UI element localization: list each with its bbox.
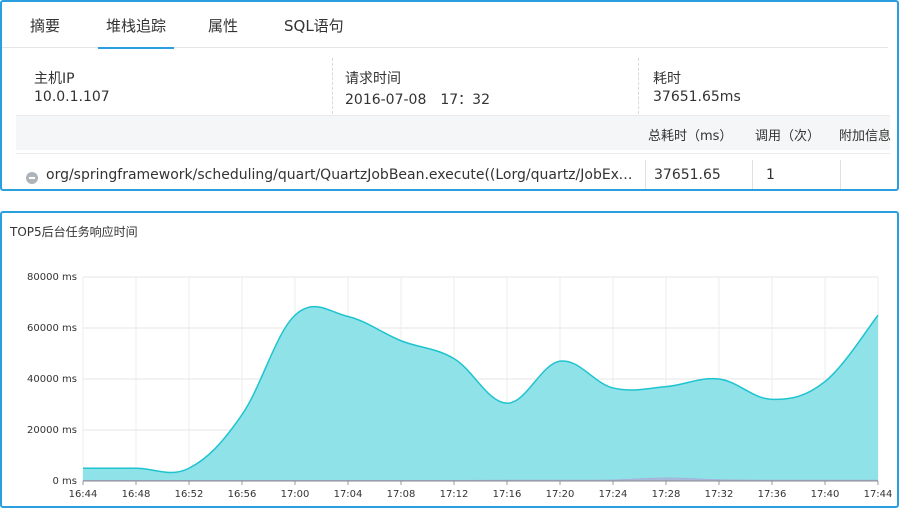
x-tick-label: 17:32 <box>705 489 734 500</box>
y-tick-label: 80000 ms <box>27 272 77 283</box>
column-total-time[interactable]: 总耗时（ms） <box>648 125 732 144</box>
row-calls: 1 <box>766 167 775 183</box>
column-divider <box>752 160 753 189</box>
column-calls[interactable]: 调用（次） <box>755 125 820 144</box>
tab-properties[interactable]: 属性 <box>208 15 238 48</box>
column-divider <box>645 160 646 189</box>
x-tick-label: 17:04 <box>334 489 363 500</box>
x-tick-label: 17:36 <box>758 489 787 500</box>
tab-summary[interactable]: 摘要 <box>30 15 60 48</box>
x-tick-label: 17:40 <box>811 489 840 500</box>
duration-label: 耗时 <box>653 71 681 87</box>
column-divider <box>840 160 841 189</box>
host-label: 主机IP <box>34 71 75 87</box>
request-time-label: 请求时间 <box>345 71 401 87</box>
x-tick-label: 17:00 <box>281 489 310 500</box>
table-row[interactable]: org/springframework/scheduling/quart/Qua… <box>16 153 890 189</box>
request-time-value: 2016-07-08 17：32 <box>345 92 490 108</box>
response-time-chart-panel: TOP5后台任务响应时间 80000 ms 60000 ms 40000 ms 200… <box>0 211 899 508</box>
x-tick-label: 17:16 <box>493 489 522 500</box>
duration-info: 耗时 37651.65ms <box>638 58 888 114</box>
x-tick-label: 16:52 <box>175 489 204 500</box>
request-info: 主机IP 10.0.1.107 请求时间 2016-07-08 17：32 耗时… <box>2 58 888 114</box>
y-tick-label: 20000 ms <box>27 425 77 436</box>
y-tick-label: 60000 ms <box>27 323 77 334</box>
response-time-chart[interactable]: 80000 ms 60000 ms 40000 ms 20000 ms 0 ms 16:4… <box>2 213 897 506</box>
host-info: 主机IP 10.0.1.107 <box>2 58 332 114</box>
x-tick-label: 16:44 <box>69 489 98 500</box>
collapse-icon[interactable] <box>26 172 38 184</box>
x-tick-label: 17:24 <box>599 489 628 500</box>
request-time-info: 请求时间 2016-07-08 17：32 <box>332 58 638 114</box>
tab-sql[interactable]: SQL语句 <box>284 15 344 48</box>
tab-bar: 摘要 堆栈追踪 属性 SQL语句 <box>2 2 888 49</box>
method-signature[interactable]: org/springframework/scheduling/quart/Qua… <box>46 167 640 183</box>
y-tick-label: 0 ms <box>53 476 78 487</box>
x-tick-label: 16:56 <box>228 489 257 500</box>
stack-trace-panel: 摘要 堆栈追踪 属性 SQL语句 主机IP 10.0.1.107 请求时间 20… <box>0 0 899 191</box>
table-header: 总耗时（ms） 调用（次） 附加信息 <box>16 115 891 150</box>
x-tick-label: 17:12 <box>440 489 469 500</box>
host-value: 10.0.1.107 <box>34 89 110 105</box>
column-extra-info[interactable]: 附加信息 <box>839 125 891 144</box>
row-total-time: 37651.65 <box>654 167 721 183</box>
x-tick-label: 17:20 <box>546 489 575 500</box>
x-tick-label: 16:48 <box>122 489 151 500</box>
duration-value: 37651.65ms <box>653 89 741 105</box>
x-tick-label: 17:28 <box>652 489 681 500</box>
series-1-area <box>83 306 878 481</box>
tab-stack-trace[interactable]: 堆栈追踪 <box>97 15 175 49</box>
x-tick-label: 17:08 <box>387 489 416 500</box>
y-tick-label: 40000 ms <box>27 374 77 385</box>
x-tick-label: 17:44 <box>864 489 893 500</box>
